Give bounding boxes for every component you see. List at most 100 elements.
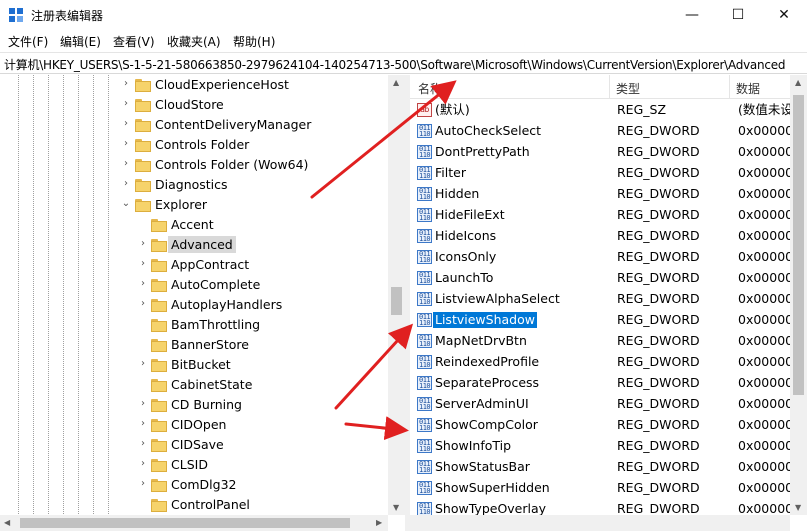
chevron-right-icon[interactable]: › [137,298,149,309]
tree-item[interactable]: › AppContract [0,255,388,275]
address-bar[interactable]: 计算机\HKEY_USERS\S-1-5-21-580663850-297962… [0,52,807,74]
value-name[interactable]: ShowCompColor [433,417,540,433]
tree-item-label[interactable]: BannerStore [168,336,252,353]
tree-item-label[interactable]: ContentDeliveryManager [152,116,314,133]
tree-hscroll-thumb[interactable] [20,518,350,528]
chevron-right-icon[interactable]: › [137,478,149,489]
chevron-right-icon[interactable]: › [120,178,132,189]
tree-item-label[interactable]: CloudStore [152,96,227,113]
tree-item[interactable]: › ComDlg32 [0,475,388,495]
tree-item-label[interactable]: CD Burning [168,396,245,413]
scroll-up-icon[interactable]: ▲ [393,78,399,87]
chevron-right-icon[interactable]: › [137,398,149,409]
scroll-down-icon[interactable]: ▼ [795,503,801,512]
chevron-down-icon[interactable]: ⌄ [120,198,132,209]
table-row[interactable]: 011 110 ReindexedProfile REG_DWORD 0x000000 [410,352,801,373]
scroll-right-icon[interactable]: ▶ [376,518,382,527]
value-name[interactable]: ListviewShadow [433,312,537,328]
tree-item-label[interactable]: BamThrottling [168,316,263,333]
menu-view[interactable]: 查看(V) [113,33,155,50]
value-name[interactable]: Hidden [433,186,481,202]
tree-item-label[interactable]: ControlPanel [168,496,253,513]
tree-item[interactable]: › CIDSave [0,435,388,455]
tree-item-label[interactable]: Accent [168,216,217,233]
tree-item[interactable]: BannerStore [0,335,388,355]
value-name[interactable]: ShowStatusBar [433,459,532,475]
value-name[interactable]: ServerAdminUI [433,396,531,412]
table-row[interactable]: 011 110 ShowCompColor REG_DWORD 0x000000 [410,415,801,436]
table-row[interactable]: 011 110 Hidden REG_DWORD 0x000000 [410,184,801,205]
table-row[interactable]: 011 110 HideIcons REG_DWORD 0x000000 [410,226,801,247]
tree-item-label[interactable]: ComDlg32 [168,476,240,493]
list-horizontal-scrollbar[interactable] [410,515,790,531]
tree-item-label[interactable]: Diagnostics [152,176,231,193]
list-vertical-scrollbar[interactable]: ▲ ▼ [790,75,807,515]
chevron-right-icon[interactable]: › [137,238,149,249]
table-row[interactable]: 011 110 ListviewShadow REG_DWORD 0x000000 [410,310,801,331]
tree-item[interactable]: › Controls Folder (Wow64) [0,155,388,175]
tree-item[interactable]: ⌄ Explorer [0,195,388,215]
tree-item[interactable]: › Controls Folder [0,135,388,155]
tree-item[interactable]: › CloudExperienceHost [0,75,388,95]
tree-item-label[interactable]: Explorer [152,196,210,213]
table-row[interactable]: ab (默认) REG_SZ (数值未设 [410,100,793,121]
value-name[interactable]: ListviewAlphaSelect [433,291,562,307]
value-name[interactable]: MapNetDrvBtn [433,333,529,349]
chevron-right-icon[interactable]: › [120,78,132,89]
tree-item[interactable]: › ContentDeliveryManager [0,115,388,135]
tree-item-label[interactable]: BitBucket [168,356,234,373]
tree-item[interactable]: ControlPanel [0,495,388,515]
table-row[interactable]: 011 110 AutoCheckSelect REG_DWORD 0x000000 [410,121,801,142]
tree-item-label[interactable]: CIDSave [168,436,227,453]
table-row[interactable]: 011 110 Filter REG_DWORD 0x000000 [410,163,801,184]
tree-item[interactable]: › CIDOpen [0,415,388,435]
tree-item[interactable]: › BitBucket [0,355,388,375]
value-list[interactable]: 名称 类型 数据 ab (默认) REG_SZ (数值未设 011 110 AutoChec… [410,75,807,531]
column-name-header[interactable]: 名称 [418,80,442,97]
chevron-right-icon[interactable]: › [137,458,149,469]
chevron-right-icon[interactable]: › [137,258,149,269]
tree-item[interactable]: › AutoComplete [0,275,388,295]
tree-item-label[interactable]: Advanced [168,236,236,253]
tree-item-label[interactable]: AutoplayHandlers [168,296,285,313]
value-name[interactable]: (默认) [433,102,472,118]
table-row[interactable]: 011 110 ShowInfoTip REG_DWORD 0x000000 [410,436,801,457]
value-name[interactable]: DontPrettyPath [433,144,532,160]
maximize-button[interactable]: ☐ [715,0,761,30]
chevron-right-icon[interactable]: › [137,278,149,289]
chevron-right-icon[interactable]: › [120,158,132,169]
chevron-right-icon[interactable]: › [120,118,132,129]
menu-favorites[interactable]: 收藏夹(A) [167,33,221,50]
menu-file[interactable]: 文件(F) [8,33,48,50]
tree-item[interactable]: Accent [0,215,388,235]
scroll-down-icon[interactable]: ▼ [393,503,399,512]
value-name[interactable]: HideFileExt [433,207,507,223]
column-divider[interactable] [729,75,730,99]
tree-item-label[interactable]: Controls Folder [152,136,252,153]
table-row[interactable]: 011 110 HideFileExt REG_DWORD 0x000000 [410,205,801,226]
value-name[interactable]: SeparateProcess [433,375,541,391]
tree-item[interactable]: › CloudStore [0,95,388,115]
chevron-right-icon[interactable]: › [137,418,149,429]
tree-item[interactable]: › AutoplayHandlers [0,295,388,315]
table-row[interactable]: 011 110 ShowSuperHidden REG_DWORD 0x000000 [410,478,801,499]
chevron-right-icon[interactable]: › [120,98,132,109]
tree-item[interactable]: CabinetState [0,375,388,395]
tree-item[interactable]: › Diagnostics [0,175,388,195]
scroll-left-icon[interactable]: ◀ [4,518,10,527]
column-divider[interactable] [609,75,610,99]
tree-horizontal-scrollbar[interactable]: ◀ ▶ [0,515,388,531]
value-name[interactable]: IconsOnly [433,249,498,265]
minimize-button[interactable]: — [669,0,715,30]
tree-item[interactable]: › CLSID [0,455,388,475]
table-row[interactable]: 011 110 ServerAdminUI REG_DWORD 0x000000 [410,394,801,415]
close-button[interactable]: ✕ [761,0,807,30]
table-row[interactable]: 011 110 SeparateProcess REG_DWORD 0x000000 [410,373,801,394]
chevron-right-icon[interactable]: › [137,358,149,369]
tree-item[interactable]: › Advanced [0,235,388,255]
chevron-right-icon[interactable]: › [120,138,132,149]
value-name[interactable]: LaunchTo [433,270,495,286]
list-scroll-thumb[interactable] [793,95,804,395]
value-name[interactable]: ReindexedProfile [433,354,541,370]
tree-item-label[interactable]: AutoComplete [168,276,263,293]
